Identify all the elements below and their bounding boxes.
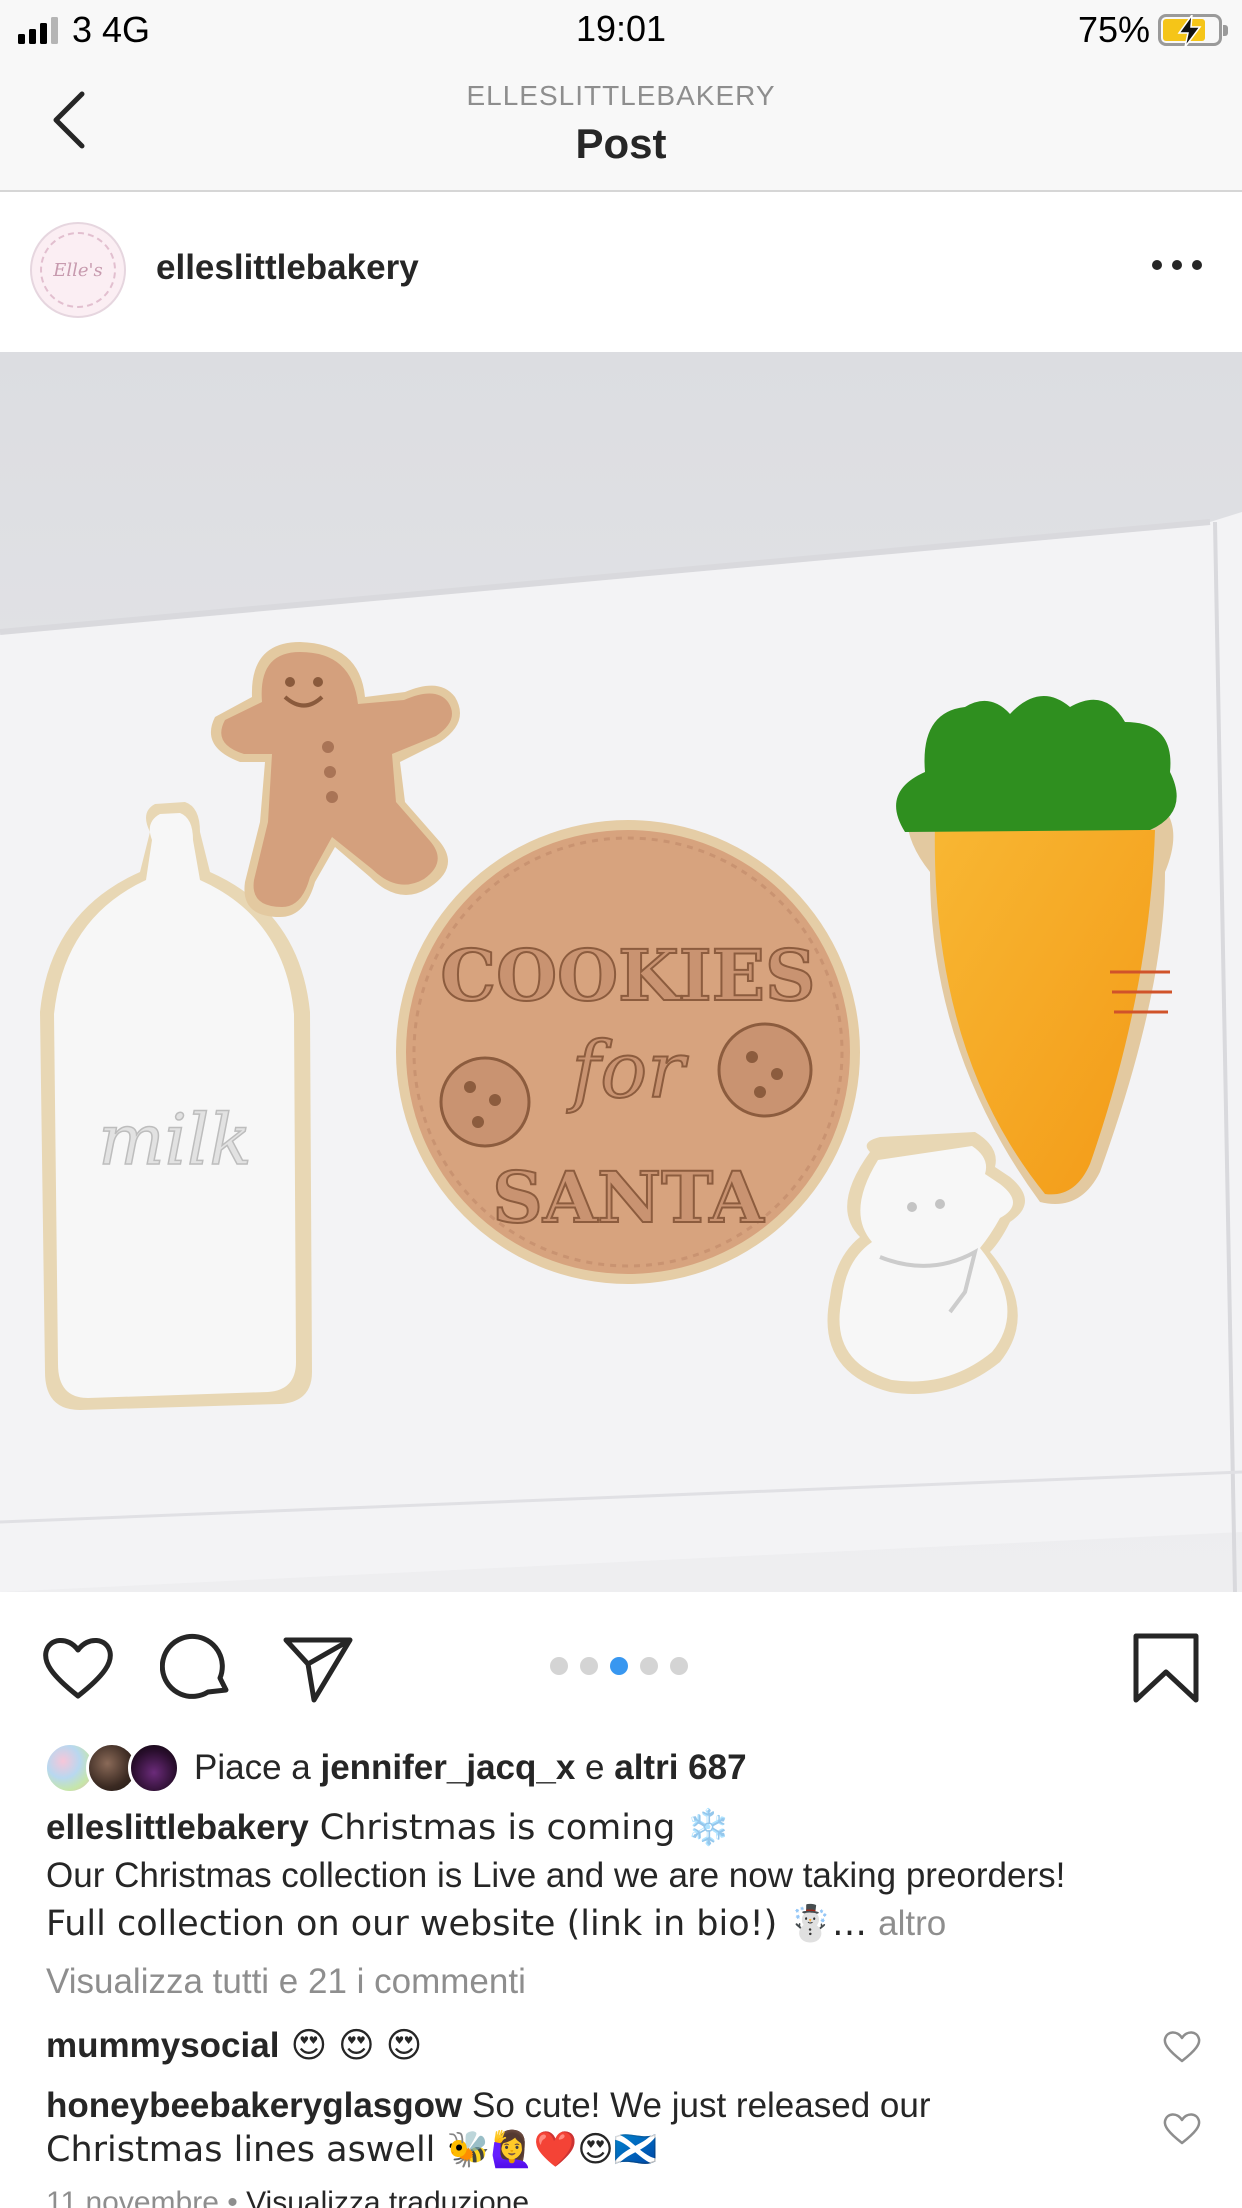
translate-link[interactable]: Visualizza traduzione	[246, 2186, 529, 2208]
likes-others[interactable]: altri 687	[614, 1748, 746, 1787]
comment-icon	[159, 1633, 229, 1699]
milk-text: milk	[98, 1099, 252, 1181]
send-icon	[283, 1637, 353, 1703]
carousel-indicator	[550, 1656, 688, 1676]
post-image[interactable]: milk COOKIES for SANTA	[0, 352, 1242, 1592]
like-button[interactable]	[40, 1630, 116, 1706]
status-bar: 3 4G 19:01 75%	[0, 0, 1242, 60]
caption-line-1: Christmas is coming ❄️	[308, 1808, 731, 1848]
carousel-dot-active	[610, 1657, 628, 1675]
cookie-text-mid: for	[566, 1026, 689, 1116]
heart-icon	[43, 1638, 113, 1699]
battery-percentage: 75%	[1077, 9, 1150, 50]
comment-username[interactable]: mummysocial	[46, 2026, 279, 2065]
carousel-dot	[640, 1657, 658, 1675]
post-date: 11 novembre	[46, 2186, 219, 2208]
cookie-text-top: COOKIES	[440, 934, 815, 1017]
avatar	[128, 1742, 180, 1794]
heart-icon	[1163, 2031, 1201, 2063]
comment-text: So cute! We just released our	[462, 2086, 931, 2125]
save-button[interactable]	[1128, 1630, 1204, 1706]
heart-icon	[1163, 2113, 1201, 2145]
liker-username[interactable]: jennifer_jacq_x	[320, 1748, 575, 1787]
nav-account-name: ELLESLITTLEBAKERY	[466, 80, 776, 111]
comment-text: 😍 😍 😍	[279, 2026, 423, 2066]
likes-text: Piace a jennifer_jacq_x e altri 687	[194, 1748, 747, 1787]
post-username[interactable]: elleslittlebakery	[156, 248, 419, 288]
share-button[interactable]	[280, 1630, 356, 1706]
bookmark-icon	[1133, 1633, 1199, 1703]
carousel-dot	[670, 1657, 688, 1675]
caption-author[interactable]: elleslittlebakery	[46, 1808, 309, 1847]
cookies-for-santa-cookie: COOKIES for SANTA	[396, 820, 860, 1284]
comment-item: mummysocial 😍 😍 😍	[46, 2024, 1126, 2068]
post-header: Elle's elleslittlebakery	[0, 192, 1242, 352]
view-all-comments-link[interactable]: Visualizza tutti e 21 i commenti	[46, 1962, 526, 2002]
liker-avatars	[44, 1740, 180, 1796]
carousel-dot	[580, 1657, 598, 1675]
carousel-dot	[550, 1657, 568, 1675]
caption-more-link[interactable]: altro	[878, 1904, 946, 1943]
cookie-text-bottom: SANTA	[492, 1156, 765, 1239]
caption-line-3: Full collection on our website (link in …	[46, 1904, 879, 1944]
more-options-button[interactable]	[1152, 258, 1202, 272]
comment-like-button[interactable]	[1162, 2110, 1202, 2146]
status-right: 75%	[1077, 9, 1228, 50]
post-caption: elleslittlebakery Christmas is coming ❄️…	[46, 1804, 1206, 1948]
comment-text-cont: Christmas lines aswell 🐝🙋‍♀️❤️😍🏴󠁧󠁢󠁳󠁣󠁴󠁿	[46, 2130, 658, 2170]
nav-bar: ELLESLITTLEBAKERY Post	[0, 60, 1242, 192]
cookies-photo: milk COOKIES for SANTA	[0, 352, 1242, 1592]
comment-item: honeybeebakeryglasgow So cute! We just r…	[46, 2084, 1126, 2172]
battery-charging-icon	[1158, 14, 1228, 47]
post-timestamp: 11 novembre • Visualizza traduzione	[46, 2186, 529, 2208]
comment-button[interactable]	[159, 1630, 236, 1706]
likes-row[interactable]: Piace a jennifer_jacq_x e altri 687	[44, 1740, 747, 1796]
caption-line-2: Our Christmas collection is Live and we …	[46, 1856, 1066, 1895]
avatar-logo: Elle's	[40, 232, 116, 308]
clock: 19:01	[575, 8, 667, 49]
nav-title: Post	[575, 120, 667, 167]
avatar[interactable]: Elle's	[30, 222, 126, 318]
comment-like-button[interactable]	[1162, 2028, 1202, 2064]
comment-username[interactable]: honeybeebakeryglasgow	[46, 2086, 462, 2125]
